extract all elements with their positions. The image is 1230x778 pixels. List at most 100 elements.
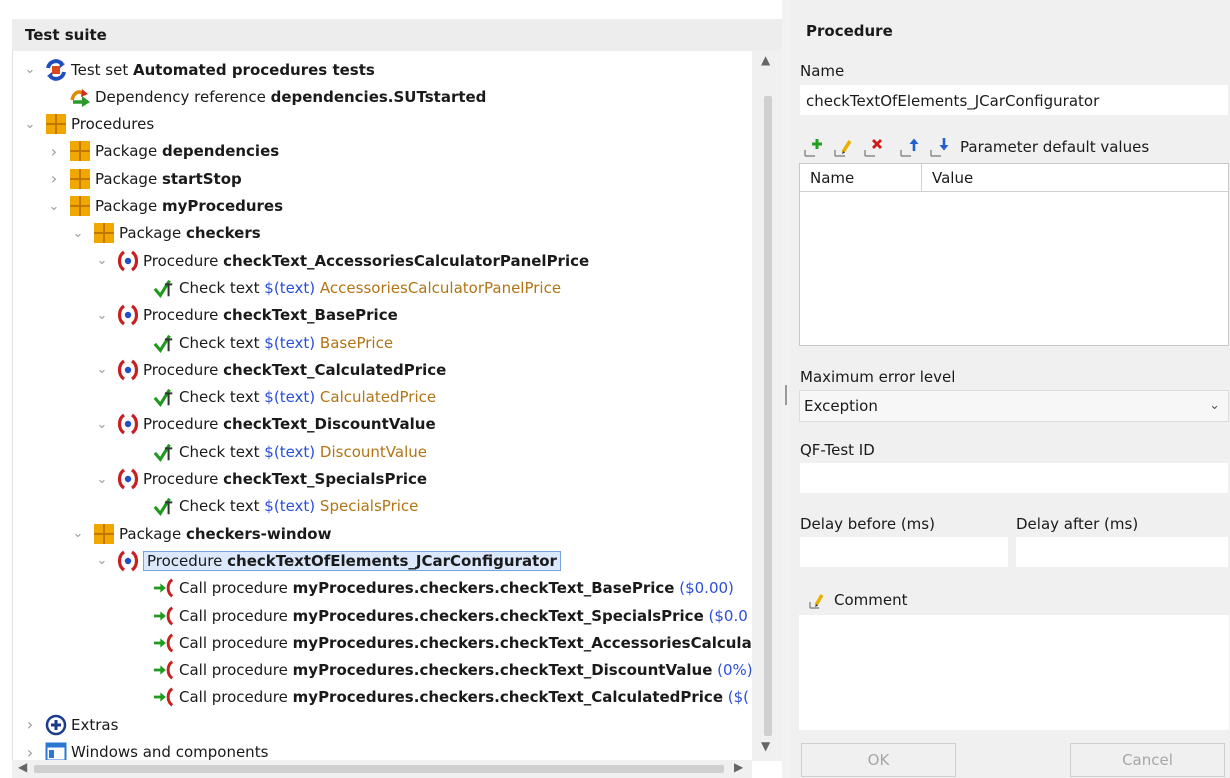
- column-header-name[interactable]: Name: [800, 164, 922, 191]
- cancel-button[interactable]: Cancel: [1070, 743, 1225, 777]
- move-up-icon[interactable]: [896, 134, 926, 160]
- tree-node[interactable]: Call procedure myProcedures.checkers.che…: [129, 575, 734, 602]
- tree-node[interactable]: Dependency reference dependencies.SUTsta…: [45, 83, 486, 110]
- vertical-scrollbar[interactable]: ▲ ▼: [752, 51, 782, 761]
- max-error-select[interactable]: Exception ⌄: [799, 390, 1229, 422]
- tree-node-label[interactable]: Procedure checkText_SpecialsPrice: [143, 470, 427, 488]
- expander-open-icon[interactable]: ⌄: [93, 253, 111, 268]
- tree-node-label[interactable]: Package startStop: [95, 170, 242, 188]
- move-down-icon[interactable]: [926, 134, 956, 160]
- expander-open-icon[interactable]: ⌄: [93, 472, 111, 487]
- tree-node-label[interactable]: Procedures: [71, 115, 154, 133]
- expander-open-icon[interactable]: ⌄: [93, 553, 111, 568]
- tree-node-label[interactable]: Windows and components: [71, 743, 268, 761]
- tree-node-label[interactable]: Dependency reference dependencies.SUTsta…: [95, 88, 486, 106]
- expander-closed-icon[interactable]: ›: [21, 715, 39, 734]
- tree-node-text: Procedure: [143, 415, 224, 434]
- tree-view[interactable]: ⌄ Test set Automated procedures tests Depe…: [12, 51, 782, 768]
- tree-node-text: Check text: [179, 442, 265, 461]
- expander-closed-icon[interactable]: ›: [45, 142, 63, 161]
- splitter-grip-icon[interactable]: [785, 385, 787, 405]
- tree-node[interactable]: ⌄ Procedure checkText_CalculatedPrice: [93, 356, 446, 383]
- tree-node[interactable]: Call procedure myProcedures.checkers.che…: [129, 602, 748, 629]
- tree-node[interactable]: ⌄ Package myProcedures: [45, 193, 283, 220]
- tree-node[interactable]: ⌄ Procedure checkText_DiscountValue: [93, 411, 436, 438]
- tree-node[interactable]: › Extras: [21, 711, 118, 738]
- tree-node[interactable]: ⌄ Procedures: [21, 111, 154, 138]
- tree-node-label[interactable]: Check text $(text) DiscountValue: [179, 443, 427, 461]
- tree-node[interactable]: Check text $(text) CalculatedPrice: [129, 384, 436, 411]
- delete-icon[interactable]: [860, 134, 890, 160]
- delay-before-field[interactable]: [799, 536, 1009, 568]
- scroll-left-icon[interactable]: ◀: [18, 760, 27, 774]
- panel-splitter[interactable]: [782, 0, 790, 778]
- tree-node[interactable]: Check text $(text) SpecialsPrice: [129, 493, 418, 520]
- tree-node[interactable]: Call procedure myProcedures.checkers.che…: [129, 657, 753, 684]
- tree-node[interactable]: Call procedure myProcedures.checkers.che…: [129, 629, 752, 656]
- tree-node-label[interactable]: Check text $(text) AccessoriesCalculator…: [179, 279, 561, 297]
- tree-node-label[interactable]: Call procedure myProcedures.checkers.che…: [179, 661, 753, 679]
- tree-node-label[interactable]: Check text $(text) SpecialsPrice: [179, 497, 418, 515]
- delay-after-field[interactable]: [1015, 536, 1229, 568]
- tree-node-label[interactable]: Procedure checkTextOfElements_JCarConfig…: [143, 550, 561, 571]
- qf-test-id-field[interactable]: [799, 462, 1229, 494]
- tree-node-label[interactable]: Procedure checkText_CalculatedPrice: [143, 361, 446, 379]
- tree-node[interactable]: › Windows and components: [21, 739, 268, 762]
- tree-node[interactable]: Check text $(text) DiscountValue: [129, 438, 427, 465]
- tree-node-label[interactable]: Procedure checkText_BasePrice: [143, 306, 398, 324]
- scroll-up-icon[interactable]: ▲: [761, 53, 770, 67]
- tree-node[interactable]: ⌄ Procedure checkText_AccessoriesCalculat…: [93, 247, 589, 274]
- tree-node[interactable]: ⌄ Procedure checkText_BasePrice: [93, 302, 398, 329]
- expander-closed-icon[interactable]: ›: [21, 743, 39, 762]
- tree-node-label[interactable]: Extras: [71, 716, 118, 734]
- tree-node[interactable]: ⌄ Procedure checkTextOfElements_JCarConfi…: [93, 547, 561, 574]
- scroll-right-icon[interactable]: ▶: [734, 760, 743, 774]
- tree-node-label[interactable]: Package checkers: [119, 224, 261, 242]
- expander-open-icon[interactable]: ⌄: [69, 226, 87, 241]
- chevron-down-icon[interactable]: ⌄: [1209, 391, 1220, 421]
- expander-open-icon[interactable]: ⌄: [45, 199, 63, 214]
- tree-node-label[interactable]: Package checkers-window: [119, 525, 331, 543]
- horizontal-scrollbar[interactable]: ◀ ▶: [12, 760, 752, 778]
- tree-node[interactable]: Check text $(text) BasePrice: [129, 329, 393, 356]
- expander-open-icon[interactable]: ⌄: [21, 62, 39, 77]
- ok-button[interactable]: OK: [801, 743, 956, 777]
- tree-node[interactable]: ⌄ Package checkers: [69, 220, 261, 247]
- parameter-table[interactable]: Name Value: [799, 163, 1229, 346]
- extras-icon: [45, 714, 67, 736]
- tree-node[interactable]: › Package dependencies: [45, 138, 279, 165]
- tree-node-label[interactable]: Package dependencies: [95, 142, 279, 160]
- add-icon[interactable]: [800, 134, 830, 160]
- tree-node[interactable]: ⌄ Test set Automated procedures tests: [21, 56, 375, 83]
- scrollbar-thumb[interactable]: [764, 96, 772, 736]
- tree-node-label[interactable]: Procedure checkText_DiscountValue: [143, 415, 436, 433]
- tree-node[interactable]: Call procedure myProcedures.checkers.che…: [129, 684, 749, 711]
- expander-closed-icon[interactable]: ›: [45, 169, 63, 188]
- expander-open-icon[interactable]: ⌄: [93, 308, 111, 323]
- tree-node-text: DiscountValue: [315, 442, 427, 461]
- tree-node[interactable]: ⌄ Package checkers-window: [69, 520, 331, 547]
- tree-node-label[interactable]: Check text $(text) CalculatedPrice: [179, 388, 436, 406]
- tree-node-label[interactable]: Call procedure myProcedures.checkers.che…: [179, 688, 749, 706]
- tree-node-label[interactable]: Procedure checkText_AccessoriesCalculato…: [143, 252, 589, 270]
- expander-open-icon[interactable]: ⌄: [69, 526, 87, 541]
- tree-node-label[interactable]: Package myProcedures: [95, 197, 283, 215]
- tree-node-label[interactable]: Call procedure myProcedures.checkers.che…: [179, 607, 748, 625]
- name-field[interactable]: checkTextOfElements_JCarConfigurator: [799, 84, 1229, 116]
- edit-icon[interactable]: [830, 134, 860, 160]
- expander-open-icon[interactable]: ⌄: [21, 117, 39, 132]
- tree-node[interactable]: Check text $(text) AccessoriesCalculator…: [129, 274, 561, 301]
- scroll-down-icon[interactable]: ▼: [761, 739, 770, 753]
- column-header-value[interactable]: Value: [922, 164, 973, 191]
- comment-textarea[interactable]: [799, 615, 1229, 730]
- tree-node[interactable]: › Package startStop: [45, 165, 242, 192]
- tree-node-label[interactable]: Call procedure myProcedures.checkers.che…: [179, 634, 752, 652]
- tree-node[interactable]: ⌄ Procedure checkText_SpecialsPrice: [93, 466, 427, 493]
- scrollbar-thumb[interactable]: [34, 765, 724, 773]
- tree-node-label[interactable]: Test set Automated procedures tests: [71, 61, 375, 79]
- tree-node-text: checkTextOfElements_JCarConfigurator: [227, 551, 557, 570]
- tree-node-label[interactable]: Call procedure myProcedures.checkers.che…: [179, 579, 734, 597]
- tree-node-label[interactable]: Check text $(text) BasePrice: [179, 334, 393, 352]
- expander-open-icon[interactable]: ⌄: [93, 362, 111, 377]
- expander-open-icon[interactable]: ⌄: [93, 417, 111, 432]
